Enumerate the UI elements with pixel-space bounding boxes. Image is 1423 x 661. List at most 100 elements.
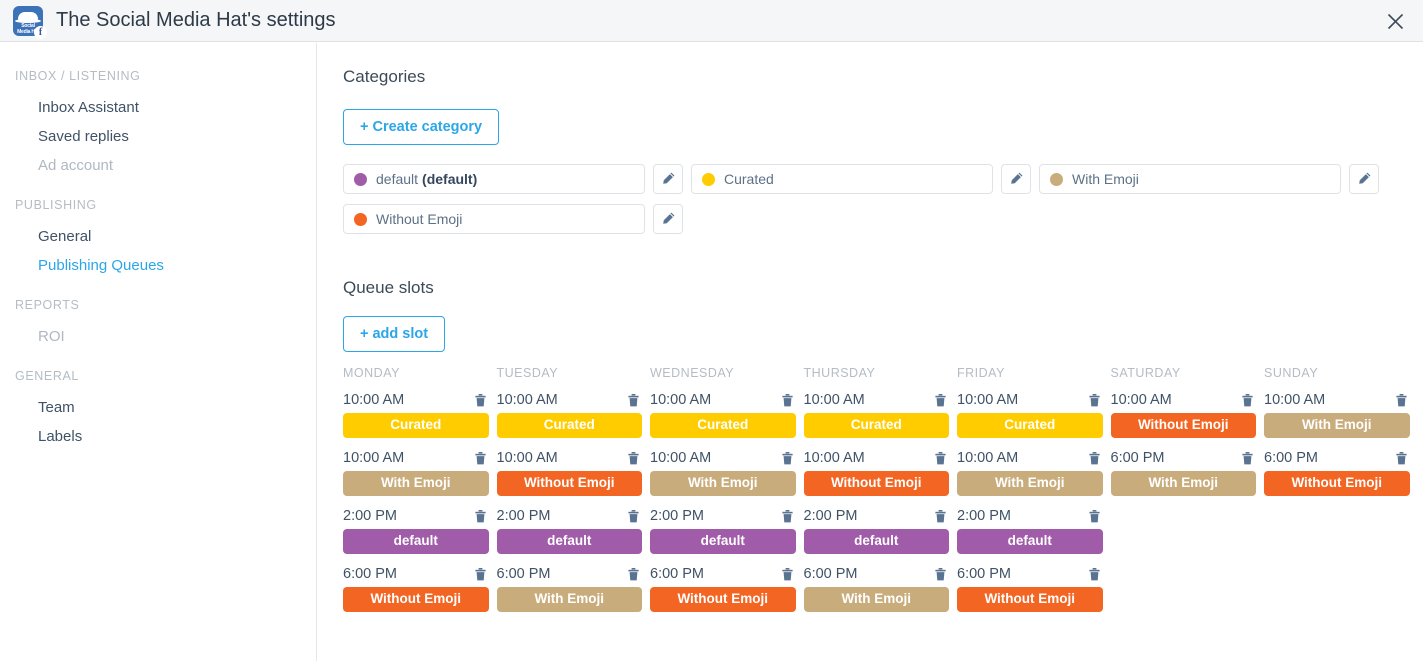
slot-time[interactable]: 10:00 AM [957, 392, 1018, 408]
create-category-button[interactable]: + Create category [343, 109, 499, 145]
slot-category-badge[interactable]: Without Emoji [343, 587, 489, 612]
slot-category-badge[interactable]: With Emoji [1264, 413, 1410, 438]
sidebar-item-labels[interactable]: Labels [0, 422, 316, 451]
trash-icon[interactable] [782, 510, 793, 523]
slot-category-badge[interactable]: default [343, 529, 489, 554]
pencil-icon[interactable] [1349, 164, 1379, 194]
slot-time[interactable]: 10:00 AM [497, 450, 558, 466]
trash-icon[interactable] [1089, 510, 1100, 523]
slot-category-badge[interactable]: Curated [497, 413, 643, 438]
sidebar-item-ad-account[interactable]: Ad account [0, 151, 316, 180]
sidebar-item-publishing-queues[interactable]: Publishing Queues [0, 251, 316, 280]
trash-icon[interactable] [475, 394, 486, 407]
slot-time[interactable]: 6:00 PM [343, 566, 397, 582]
trash-icon[interactable] [1089, 452, 1100, 465]
slot-category-badge[interactable]: Without Emoji [957, 587, 1103, 612]
slot-category-badge[interactable]: Without Emoji [804, 471, 950, 496]
slot-category-badge[interactable]: default [497, 529, 643, 554]
trash-icon[interactable] [628, 452, 639, 465]
day-header: THURSDAY [804, 366, 950, 380]
slot-time[interactable]: 2:00 PM [650, 508, 704, 524]
slot-category-badge[interactable]: With Emoji [497, 587, 643, 612]
trash-icon[interactable] [1089, 568, 1100, 581]
slot-category-badge[interactable]: Without Emoji [1111, 413, 1257, 438]
slot-time[interactable]: 10:00 AM [804, 392, 865, 408]
sidebar-item-roi[interactable]: ROI [0, 322, 316, 351]
slot-category-badge[interactable]: With Emoji [650, 471, 796, 496]
trash-icon[interactable] [935, 568, 946, 581]
trash-icon[interactable] [628, 510, 639, 523]
slot-time[interactable]: 2:00 PM [497, 508, 551, 524]
queue-slot: 10:00 AM With Emoji [650, 450, 796, 496]
trash-icon[interactable] [475, 568, 486, 581]
slot-time[interactable]: 10:00 AM [650, 392, 711, 408]
category-field[interactable]: Curated [691, 164, 993, 194]
slot-category-badge[interactable]: Without Emoji [650, 587, 796, 612]
queue-slot: 2:00 PM default [804, 508, 950, 554]
queue-slot: 10:00 AM Curated [343, 392, 489, 438]
slot-category-badge[interactable]: default [804, 529, 950, 554]
trash-icon[interactable] [935, 510, 946, 523]
sidebar-item-team[interactable]: Team [0, 393, 316, 422]
close-icon[interactable] [1377, 7, 1413, 35]
slot-category-badge[interactable]: default [957, 529, 1103, 554]
add-slot-button[interactable]: + add slot [343, 316, 445, 352]
slot-time[interactable]: 2:00 PM [957, 508, 1011, 524]
slot-time[interactable]: 10:00 AM [804, 450, 865, 466]
trash-icon[interactable] [475, 510, 486, 523]
trash-icon[interactable] [935, 452, 946, 465]
slot-time[interactable]: 6:00 PM [497, 566, 551, 582]
trash-icon[interactable] [1089, 394, 1100, 407]
category-field[interactable]: With Emoji [1039, 164, 1341, 194]
trash-icon[interactable] [1242, 452, 1253, 465]
trash-icon[interactable] [782, 394, 793, 407]
slot-time[interactable]: 10:00 AM [497, 392, 558, 408]
sidebar-item-saved-replies[interactable]: Saved replies [0, 122, 316, 151]
pencil-icon[interactable] [653, 164, 683, 194]
day-header: SUNDAY [1264, 366, 1410, 380]
trash-icon[interactable] [782, 568, 793, 581]
slot-time[interactable]: 10:00 AM [1111, 392, 1172, 408]
queue-slot: 10:00 AM Without Emoji [1111, 392, 1257, 438]
sidebar-item-general[interactable]: General [0, 222, 316, 251]
trash-icon[interactable] [475, 452, 486, 465]
category-field[interactable]: Without Emoji [343, 204, 645, 234]
trash-icon[interactable] [628, 394, 639, 407]
category-field[interactable]: default(default) [343, 164, 645, 194]
trash-icon[interactable] [1242, 394, 1253, 407]
pencil-icon[interactable] [1001, 164, 1031, 194]
slot-time[interactable]: 10:00 AM [650, 450, 711, 466]
slot-category-badge[interactable]: Without Emoji [1264, 471, 1410, 496]
slot-category-badge[interactable]: With Emoji [804, 587, 950, 612]
category-name: With Emoji [1072, 171, 1139, 187]
slot-category-badge[interactable]: With Emoji [343, 471, 489, 496]
trash-icon[interactable] [935, 394, 946, 407]
sidebar-item-inbox-assistant[interactable]: Inbox Assistant [0, 93, 316, 122]
slot-time[interactable]: 10:00 AM [343, 450, 404, 466]
slot-category-badge[interactable]: default [650, 529, 796, 554]
slot-time[interactable]: 6:00 PM [1264, 450, 1318, 466]
slot-category-badge[interactable]: Without Emoji [497, 471, 643, 496]
slot-time[interactable]: 10:00 AM [1264, 392, 1325, 408]
slot-category-badge[interactable]: With Emoji [957, 471, 1103, 496]
slot-category-badge[interactable]: With Emoji [1111, 471, 1257, 496]
trash-icon[interactable] [782, 452, 793, 465]
pencil-icon[interactable] [653, 204, 683, 234]
sidebar-group-title: INBOX / LISTENING [0, 69, 316, 83]
slot-category-badge[interactable]: Curated [343, 413, 489, 438]
slot-category-badge[interactable]: Curated [957, 413, 1103, 438]
slot-time[interactable]: 10:00 AM [957, 450, 1018, 466]
slot-category-badge[interactable]: Curated [650, 413, 796, 438]
trash-icon[interactable] [628, 568, 639, 581]
slot-category-badge[interactable]: Curated [804, 413, 950, 438]
sidebar-group: REPORTSROI [0, 298, 316, 351]
slot-time[interactable]: 6:00 PM [650, 566, 704, 582]
slot-time[interactable]: 10:00 AM [343, 392, 404, 408]
slot-time[interactable]: 6:00 PM [804, 566, 858, 582]
trash-icon[interactable] [1396, 452, 1407, 465]
slot-time[interactable]: 6:00 PM [1111, 450, 1165, 466]
trash-icon[interactable] [1396, 394, 1407, 407]
slot-time[interactable]: 6:00 PM [957, 566, 1011, 582]
slot-time[interactable]: 2:00 PM [804, 508, 858, 524]
slot-time[interactable]: 2:00 PM [343, 508, 397, 524]
